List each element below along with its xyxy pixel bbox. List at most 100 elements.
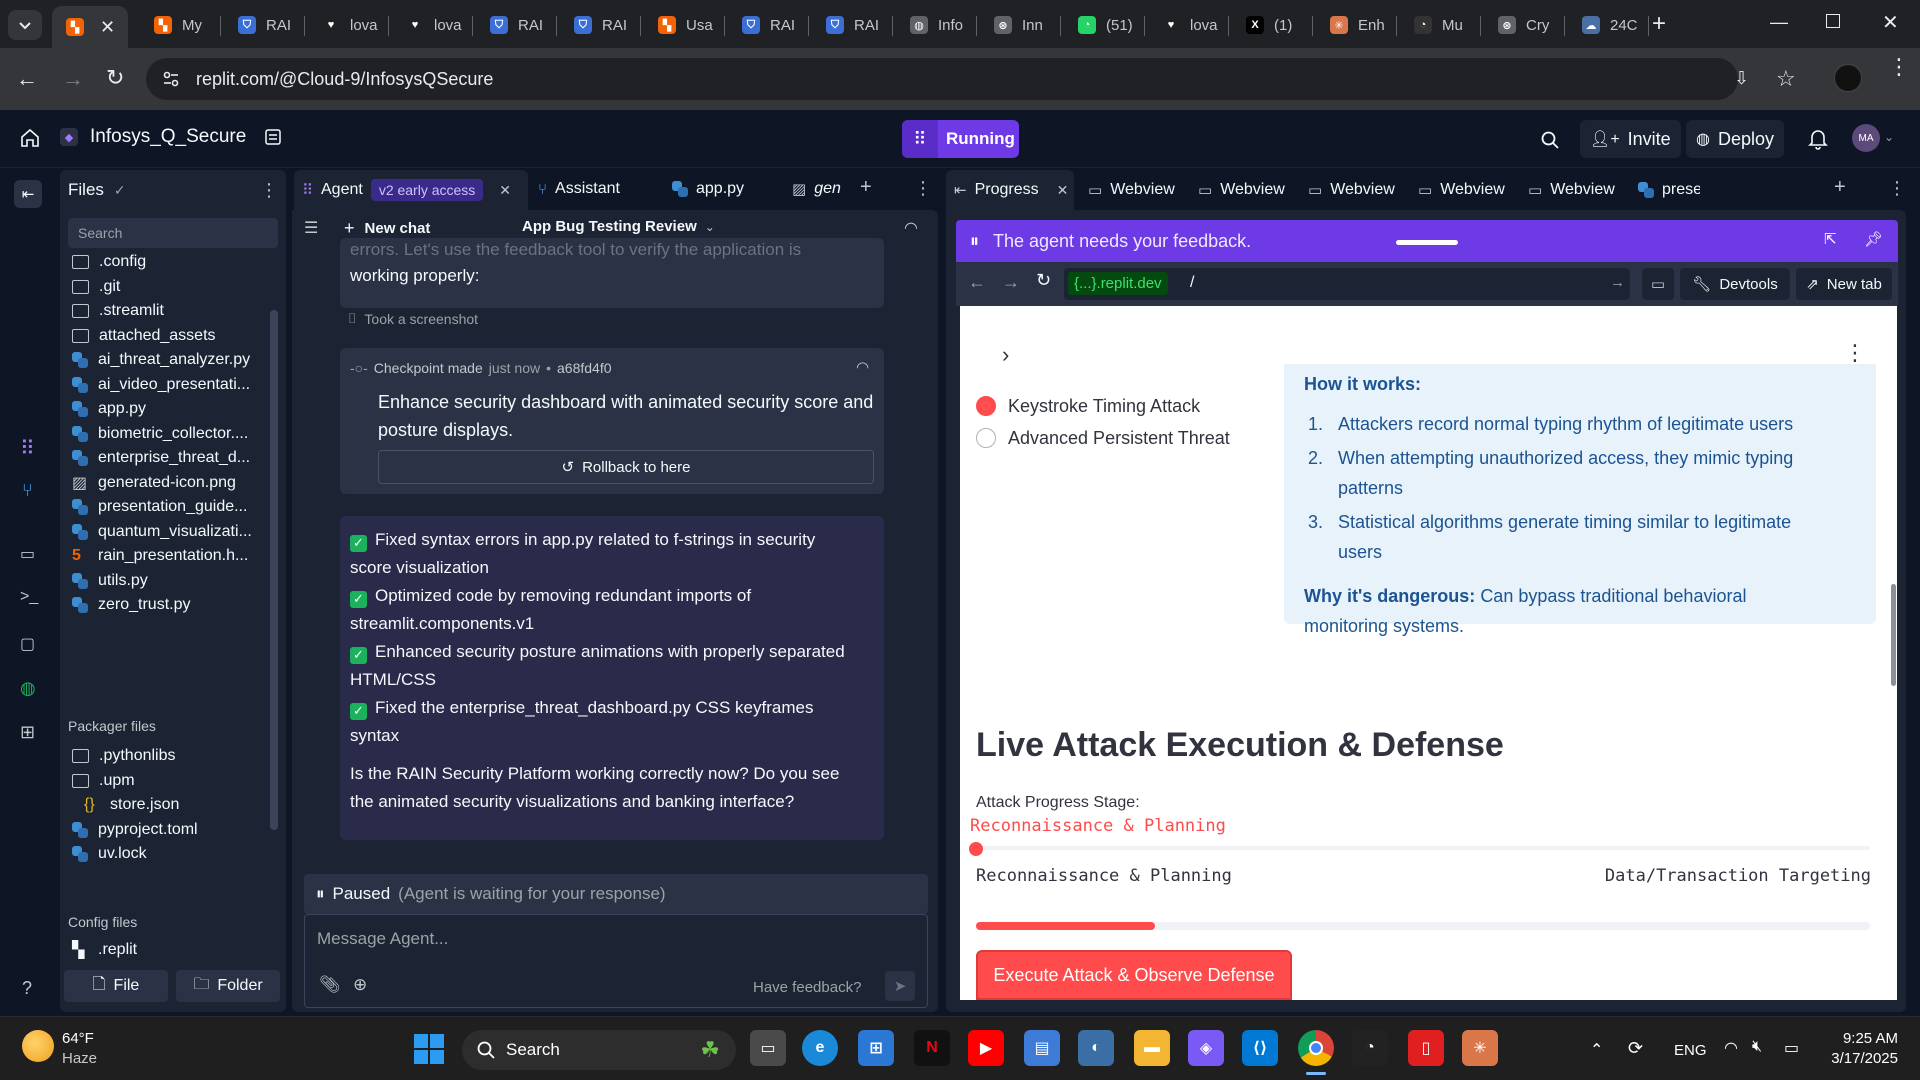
browser-tab[interactable]: ⊛ Inn — [980, 8, 1060, 42]
tab-webview[interactable]: ▭ Webview — [1190, 170, 1294, 210]
pin-icon[interactable]: 📌︎ — [1864, 230, 1883, 248]
clock-time[interactable]: 9:25 AM — [1820, 1030, 1898, 1047]
sidebar-expand-icon[interactable]: › — [1002, 342, 1009, 368]
attach-icon[interactable]: 📎︎ — [319, 975, 341, 995]
user-avatar[interactable]: MA — [1852, 124, 1880, 152]
browser-tab-active[interactable]: ▚ ✕ — [52, 6, 128, 48]
go-arrow-icon[interactable]: → — [1610, 274, 1625, 291]
app-icon[interactable]: ▤ — [1024, 1030, 1060, 1066]
shell-icon[interactable]: >_ — [20, 588, 38, 606]
browser-tab[interactable]: ♥ lova — [308, 8, 388, 42]
message-input-box[interactable]: Message Agent... 📎︎ ⊕ Have feedback? ➤ — [304, 914, 928, 1008]
tab-assistant[interactable]: ⑂ Assistant — [538, 180, 620, 198]
browser-tab[interactable]: ⛉ RAI — [728, 8, 808, 42]
github-desktop-icon[interactable]: ◔ — [1352, 1030, 1388, 1066]
browser-tab[interactable]: ♥ lova — [1148, 8, 1228, 42]
tab-webview[interactable]: prese — [1630, 170, 1700, 210]
browser-tab[interactable]: ◍ Info — [896, 8, 976, 42]
git-icon[interactable]: ⑂ — [22, 480, 33, 501]
file-tree-item[interactable]: zero_trust.py — [72, 591, 190, 619]
preview-icon[interactable]: ▭ — [20, 544, 35, 564]
minimize-button[interactable]: — — [1770, 12, 1788, 33]
notifications-bell-icon[interactable] — [1808, 128, 1828, 150]
tab-search-button[interactable] — [8, 10, 42, 40]
drag-handle[interactable] — [1396, 240, 1458, 245]
reload-button[interactable]: ↻ — [106, 65, 124, 91]
file-explorer-icon[interactable]: ▬ — [1134, 1030, 1170, 1066]
close-icon[interactable]: ✕ — [1057, 182, 1069, 199]
profile-avatar[interactable] — [1834, 64, 1862, 92]
checkpoint-settings-icon[interactable]: ◠ — [856, 358, 869, 376]
site-info-icon[interactable] — [162, 70, 180, 88]
chat-list-icon[interactable]: ☰ — [304, 218, 318, 238]
new-tab-button[interactable]: + — [1652, 10, 1666, 38]
tab-progress[interactable]: ⇤ Progress ✕ — [946, 170, 1074, 210]
new-chat-button[interactable]: + New chat — [344, 218, 430, 239]
claude-app-icon[interactable]: ✳ — [1462, 1030, 1498, 1066]
tabs-menu-icon[interactable]: ⋮ — [1888, 178, 1906, 199]
clock-date[interactable]: 3/17/2025 — [1812, 1050, 1898, 1067]
browser-tab[interactable]: ⛉ RAI — [560, 8, 640, 42]
radio-option[interactable]: Keystroke Timing Attack — [976, 390, 1236, 422]
back-button[interactable]: ← — [16, 66, 38, 92]
taskbar-search[interactable]: Search ☘ — [462, 1030, 736, 1070]
home-icon[interactable] — [20, 128, 40, 148]
browser-menu-icon[interactable]: ⋮ — [1888, 56, 1910, 78]
file-tree-scrollbar[interactable] — [270, 310, 278, 830]
all-tools-icon[interactable]: ⊞ — [20, 722, 35, 743]
new-tab-button[interactable]: ⇗ New tab — [1796, 268, 1892, 300]
new-file-button[interactable]: 🗋︎ File — [64, 970, 168, 1002]
browser-tab[interactable]: X (1) — [1232, 8, 1312, 42]
toggle-sidebar-icon[interactable]: ⇤ — [14, 180, 42, 208]
edge-icon[interactable]: e — [802, 1030, 838, 1066]
browser-tab[interactable]: ⛉ RAI — [224, 8, 304, 42]
stage-slider-track[interactable] — [976, 846, 1870, 850]
tab-webview[interactable]: ▭ Webview — [1520, 170, 1624, 210]
address-bar[interactable]: replit.com/@Cloud-9/InfosysQSecure ⇩ ☆ — [146, 58, 1796, 100]
browser-tab[interactable]: ⛉ RAI — [812, 8, 892, 42]
tab-webview[interactable]: ▭ Webview — [1410, 170, 1514, 210]
popout-icon[interactable]: ⇱ — [1824, 230, 1837, 248]
stage-slider-thumb[interactable] — [969, 842, 983, 856]
browser-tab[interactable]: ✳ Enh — [1316, 8, 1396, 42]
close-icon[interactable]: ✕ — [100, 17, 115, 38]
start-button[interactable] — [414, 1034, 444, 1064]
webview-back-button[interactable]: ← — [968, 272, 986, 293]
install-app-icon[interactable]: ⇩ — [1734, 68, 1749, 89]
maximize-button[interactable] — [1826, 14, 1840, 28]
vscode-icon[interactable]: ⟨⟩ — [1242, 1030, 1278, 1066]
taskview-icon[interactable]: ▭ — [750, 1030, 786, 1066]
youtube-icon[interactable]: ▶ — [968, 1030, 1004, 1066]
new-folder-button[interactable]: 🗀︎ Folder — [176, 970, 280, 1002]
search-icon[interactable] — [1540, 130, 1560, 150]
browser-tab[interactable]: ◔ (51) — [1064, 8, 1144, 42]
mention-icon[interactable]: ⊕ — [353, 975, 367, 995]
sync-icon[interactable]: ⟳ — [1628, 1038, 1643, 1059]
close-icon[interactable]: ✕ — [499, 182, 511, 199]
files-menu-icon[interactable]: ⋮ — [260, 180, 278, 201]
rollback-button[interactable]: ↺ Rollback to here — [378, 450, 874, 484]
browser-tab[interactable]: ◔ Mu — [1400, 8, 1480, 42]
add-tab-button[interactable]: + — [860, 176, 872, 199]
message-input[interactable]: Message Agent... — [317, 929, 448, 949]
deployments-icon[interactable]: ◍ — [20, 678, 36, 699]
language-indicator[interactable]: ENG — [1674, 1042, 1707, 1059]
execute-attack-button[interactable]: Execute Attack & Observe Defense — [976, 950, 1292, 1000]
agent-icon[interactable]: ⠿ — [20, 436, 35, 461]
python-app-icon[interactable]: ◐ — [1078, 1030, 1114, 1066]
send-button[interactable]: ➤ — [885, 971, 915, 1001]
file-tree-item[interactable]: uv.lock — [72, 840, 147, 868]
feedback-link[interactable]: Have feedback? — [753, 979, 861, 996]
volume-muted-icon[interactable]: 🔇︎ — [1752, 1038, 1762, 1056]
browser-tab[interactable]: ⛉ RAI — [476, 8, 556, 42]
console-icon[interactable]: ▢ — [20, 634, 35, 654]
webview-url-bar[interactable]: {...}.replit.dev / → — [1064, 268, 1630, 300]
browser-tab[interactable]: ▚ Usa — [644, 8, 724, 42]
radio-option[interactable]: Advanced Persistent Threat — [976, 422, 1236, 454]
avatar-dropdown-icon[interactable]: ⌄ — [1884, 130, 1894, 144]
tabs-menu-icon[interactable]: ⋮ — [914, 178, 932, 199]
add-tab-button[interactable]: + — [1834, 176, 1846, 199]
forward-button[interactable]: → — [62, 66, 84, 92]
page-scrollbar[interactable] — [1891, 584, 1896, 686]
url-text[interactable]: replit.com/@Cloud-9/InfosysQSecure — [196, 69, 493, 90]
